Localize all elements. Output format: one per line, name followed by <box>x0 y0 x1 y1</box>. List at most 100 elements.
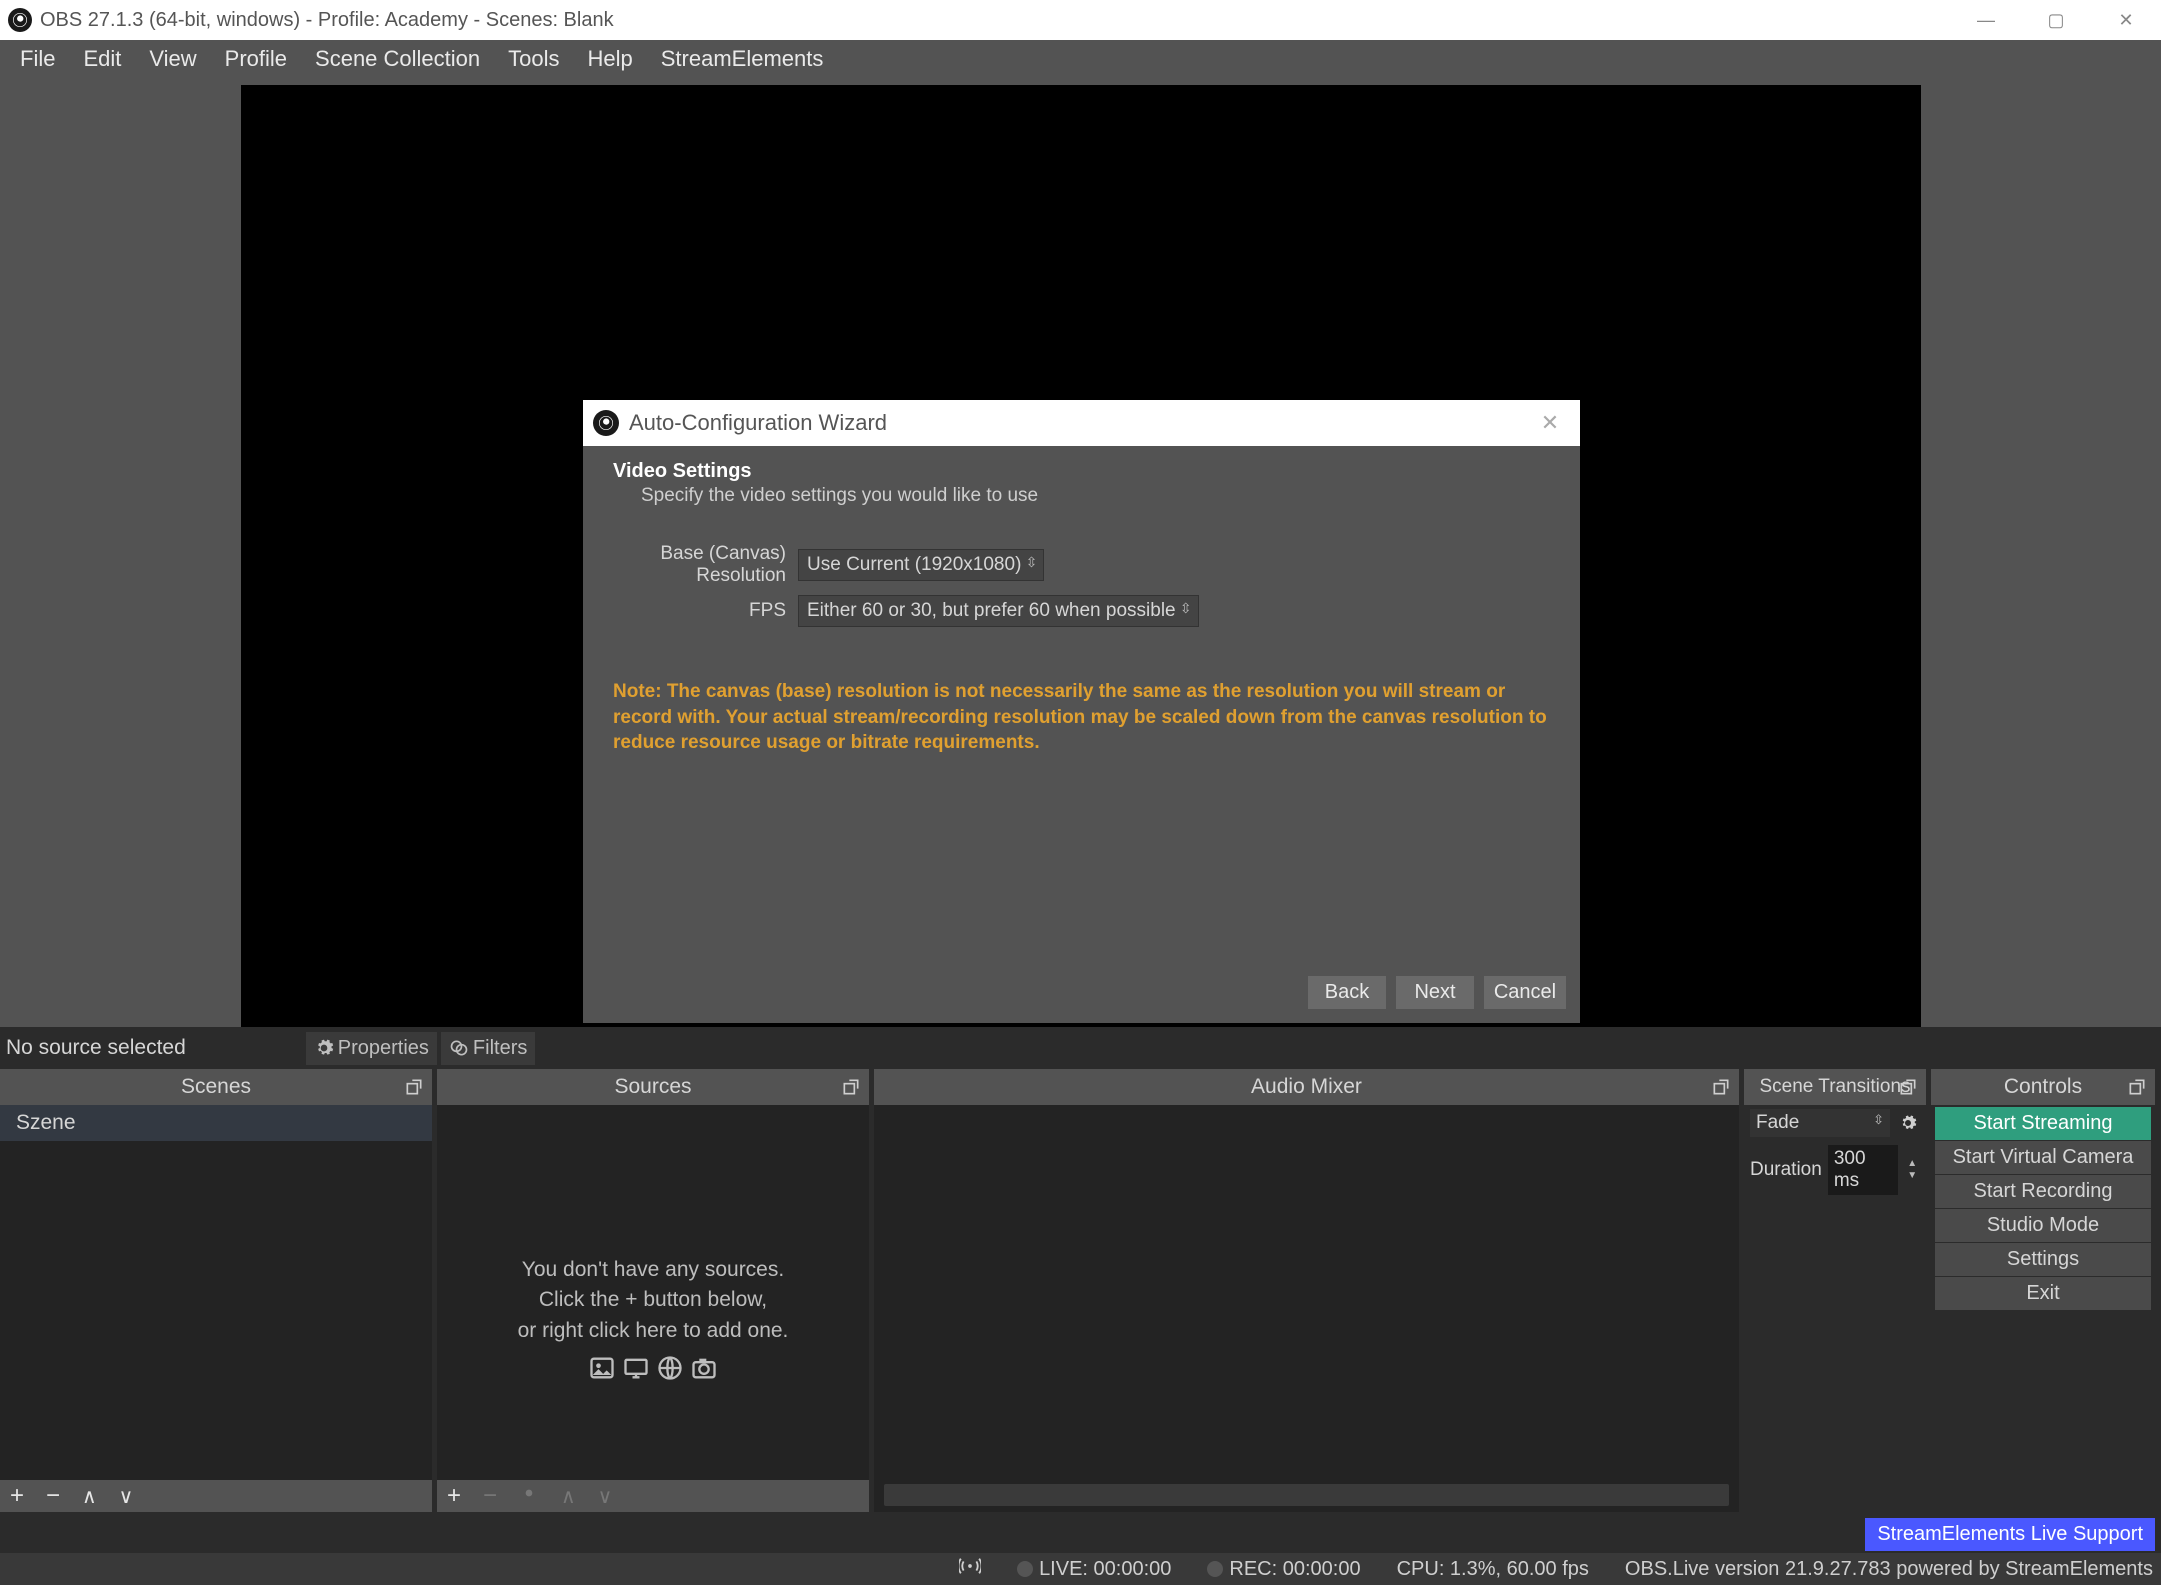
move-source-down-button[interactable]: ∨ <box>598 1484 613 1509</box>
scenes-panel: Scenes Szene + − ∧ ∨ <box>0 1069 432 1512</box>
wizard-cancel-button[interactable]: Cancel <box>1484 976 1566 1009</box>
fps-label: FPS <box>613 600 798 622</box>
scenes-title: Scenes <box>181 1075 251 1099</box>
live-dot-icon <box>1017 1561 1033 1577</box>
filters-button[interactable]: Filters <box>441 1032 535 1065</box>
menu-streamelements[interactable]: StreamElements <box>647 38 838 80</box>
sources-empty-l2: Click the + button below, <box>437 1285 869 1315</box>
controls-title: Controls <box>2004 1075 2082 1099</box>
sources-actions: + − ∧ ∨ <box>437 1480 869 1512</box>
status-bar: LIVE: 00:00:00 REC: 00:00:00 CPU: 1.3%, … <box>0 1553 2161 1585</box>
move-scene-up-button[interactable]: ∧ <box>82 1484 97 1509</box>
globe-icon <box>656 1354 684 1382</box>
wizard-titlebar: Auto-Configuration Wizard ✕ <box>583 400 1580 446</box>
filter-icon <box>449 1038 469 1058</box>
menu-tools[interactable]: Tools <box>494 38 573 80</box>
filters-label: Filters <box>473 1037 527 1060</box>
mixer-title: Audio Mixer <box>1251 1075 1362 1099</box>
status-cpu: CPU: 1.3%, 60.00 fps <box>1397 1558 1589 1581</box>
popout-icon[interactable] <box>2127 1077 2147 1097</box>
scenes-actions: + − ∧ ∨ <box>0 1480 432 1512</box>
menu-view[interactable]: View <box>135 38 210 80</box>
exit-button[interactable]: Exit <box>1935 1277 2151 1310</box>
studio-mode-button[interactable]: Studio Mode <box>1935 1209 2151 1242</box>
properties-button[interactable]: Properties <box>306 1032 437 1065</box>
menu-edit[interactable]: Edit <box>69 38 135 80</box>
wizard-next-button[interactable]: Next <box>1396 976 1474 1009</box>
window-title: OBS 27.1.3 (64-bit, windows) - Profile: … <box>40 9 614 32</box>
transitions-panel: Scene Transitions Fade Duration 300 ms ▲… <box>1744 1069 1926 1512</box>
display-icon <box>622 1354 650 1382</box>
popout-icon[interactable] <box>1898 1077 1918 1097</box>
move-source-up-button[interactable]: ∧ <box>561 1484 576 1509</box>
wizard-subheading: Specify the video settings you would lik… <box>613 483 1550 507</box>
wizard-close-button[interactable]: ✕ <box>1520 410 1580 436</box>
auto-config-wizard: Auto-Configuration Wizard ✕ Video Settin… <box>583 400 1580 1023</box>
menu-file[interactable]: File <box>6 38 69 80</box>
menu-help[interactable]: Help <box>574 38 647 80</box>
remove-source-button[interactable]: − <box>483 1482 497 1510</box>
camera-icon <box>690 1354 718 1382</box>
sources-panel: Sources You don't have any sources. Clic… <box>437 1069 869 1512</box>
rec-dot-icon <box>1207 1561 1223 1577</box>
move-scene-down-button[interactable]: ∨ <box>119 1484 134 1509</box>
status-rec: REC: 00:00:00 <box>1229 1558 1360 1580</box>
duration-spinner[interactable]: ▲▼ <box>1904 1158 1920 1182</box>
settings-button[interactable]: Settings <box>1935 1243 2151 1276</box>
scenes-header: Scenes <box>0 1069 432 1105</box>
properties-label: Properties <box>338 1037 429 1060</box>
status-obslive: OBS.Live version 21.9.27.783 powered by … <box>1625 1558 2153 1581</box>
remove-scene-button[interactable]: − <box>46 1482 60 1510</box>
scene-item[interactable]: Szene <box>0 1105 432 1141</box>
sources-empty-l1: You don't have any sources. <box>437 1255 869 1285</box>
menu-scene-collection[interactable]: Scene Collection <box>301 38 494 80</box>
controls-header: Controls <box>1931 1069 2155 1105</box>
maximize-button[interactable]: ▢ <box>2021 0 2091 40</box>
popout-icon[interactable] <box>841 1077 861 1097</box>
sources-empty-l3: or right click here to add one. <box>437 1316 869 1346</box>
sources-title: Sources <box>614 1075 691 1099</box>
popout-icon[interactable] <box>1711 1077 1731 1097</box>
transition-settings-button[interactable] <box>1896 1111 1920 1135</box>
duration-label: Duration <box>1750 1159 1822 1181</box>
image-icon <box>588 1354 616 1382</box>
start-recording-button[interactable]: Start Recording <box>1935 1175 2151 1208</box>
no-source-label: No source selected <box>6 1036 186 1060</box>
minimize-button[interactable]: — <box>1951 0 2021 40</box>
gear-icon <box>314 1038 334 1058</box>
source-toolbar: No source selected Properties Filters <box>0 1027 2161 1069</box>
wizard-back-button[interactable]: Back <box>1308 976 1386 1009</box>
menu-profile[interactable]: Profile <box>211 38 301 80</box>
add-source-button[interactable]: + <box>447 1482 461 1510</box>
add-scene-button[interactable]: + <box>10 1482 24 1510</box>
transition-select[interactable]: Fade <box>1750 1109 1890 1137</box>
mixer-scrollbar[interactable] <box>884 1484 1729 1506</box>
window-titlebar: OBS 27.1.3 (64-bit, windows) - Profile: … <box>0 0 2161 40</box>
wizard-note: Note: The canvas (base) resolution is no… <box>583 645 1580 766</box>
start-streaming-button[interactable]: Start Streaming <box>1935 1107 2151 1140</box>
audio-mixer-panel: Audio Mixer <box>874 1069 1739 1512</box>
close-button[interactable]: ✕ <box>2091 0 2161 40</box>
controls-panel: Controls Start Streaming Start Virtual C… <box>1931 1069 2155 1512</box>
transitions-title: Scene Transitions <box>1759 1076 1910 1098</box>
obs-logo-icon <box>593 410 619 436</box>
popout-icon[interactable] <box>404 1077 424 1097</box>
menu-bar: File Edit View Profile Scene Collection … <box>0 40 2161 78</box>
transitions-header: Scene Transitions <box>1744 1069 1926 1105</box>
sources-header: Sources <box>437 1069 869 1105</box>
source-settings-button[interactable] <box>519 1482 539 1510</box>
obs-logo-icon <box>8 8 32 32</box>
wizard-heading: Video Settings <box>613 460 1550 483</box>
wizard-title: Auto-Configuration Wizard <box>629 410 887 436</box>
status-broadcast-icon <box>959 1555 981 1583</box>
fps-select[interactable]: Either 60 or 30, but prefer 60 when poss… <box>798 595 1199 627</box>
status-live: LIVE: 00:00:00 <box>1039 1558 1171 1580</box>
sources-empty: You don't have any sources. Click the + … <box>437 1255 869 1382</box>
resolution-label: Base (Canvas) Resolution <box>613 543 798 587</box>
mixer-header: Audio Mixer <box>874 1069 1739 1105</box>
sources-list[interactable]: You don't have any sources. Click the + … <box>437 1105 869 1480</box>
start-virtual-camera-button[interactable]: Start Virtual Camera <box>1935 1141 2151 1174</box>
duration-input[interactable]: 300 ms <box>1828 1145 1899 1195</box>
resolution-select[interactable]: Use Current (1920x1080) <box>798 549 1044 581</box>
streamelements-support-button[interactable]: StreamElements Live Support <box>1865 1518 2155 1551</box>
